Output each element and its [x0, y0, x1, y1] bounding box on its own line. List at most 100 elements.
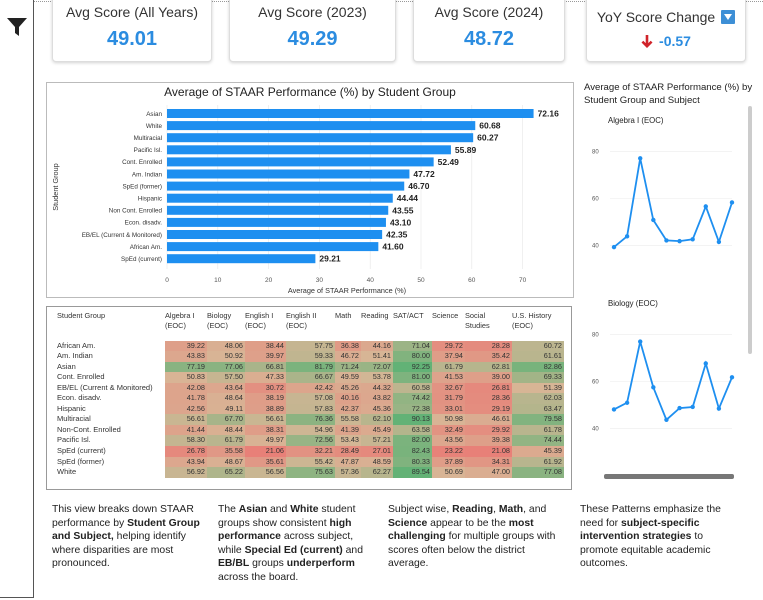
y-tick-label: 60 [592, 197, 599, 203]
matrix-column-header[interactable]: Science [432, 311, 458, 321]
kpi-value: 49.29 [287, 28, 338, 50]
kpi-value: 48.72 [463, 28, 515, 50]
table-cell: 34.31 [465, 456, 512, 468]
table-row: Multiracial 56.61 67.70 56.61 76.36 55.58 62.1… [47, 414, 571, 425]
y-category-label: Am. Indian [132, 171, 163, 178]
y-tick-label: 80 [592, 150, 599, 156]
bar-data-label: 60.68 [479, 121, 501, 131]
table-cell: 40.16 [335, 393, 361, 404]
subtitle-biology: Biology (EOC) [608, 299, 658, 308]
table-cell: 57.50 [207, 372, 245, 383]
table-cell: 71.24 [335, 361, 361, 373]
matrix-column-header[interactable]: Algebra I (EOC) [165, 311, 195, 331]
table-cell: 82.43 [393, 446, 432, 457]
dropdown-icon[interactable] [721, 10, 736, 24]
bar-data-label: 52.49 [438, 157, 460, 167]
bar-data-label: 43.55 [392, 205, 414, 215]
vertical-scrollbar[interactable] [748, 106, 752, 354]
table-cell: 39.38 [465, 435, 512, 446]
matrix-column-header[interactable]: English I (EOC) [245, 311, 273, 331]
table-cell: 81.79 [286, 361, 335, 373]
table-cell: 39.97 [245, 351, 286, 362]
table-cell: 37.89 [432, 456, 465, 468]
x-tick-label: 40 [367, 277, 375, 284]
y-category-label: Econ. disadv. [125, 220, 163, 227]
data-point [664, 417, 669, 422]
emphasis-text: EB/BL [218, 558, 250, 569]
table-cell: 45.26 [335, 382, 361, 394]
table-cell: 56.92 [165, 467, 207, 478]
y-tick-label: 60 [592, 380, 599, 386]
y-category-label: Pacific Isl. [134, 147, 163, 154]
matrix-column-header[interactable]: Reading [361, 311, 389, 321]
matrix-column-header[interactable]: Math [335, 311, 351, 321]
data-point [729, 200, 735, 205]
kpi-title: Avg Score (2024) [434, 4, 544, 20]
table-cell: 26.78 [165, 446, 207, 457]
y-tick-label: 80 [592, 333, 599, 339]
row-group-label: Asian [57, 361, 76, 371]
table-cell: 43.94 [165, 456, 207, 468]
bar [167, 169, 410, 179]
table-cell: 50.83 [165, 372, 207, 383]
y-category-label: Non Cont. Enrolled [109, 208, 163, 215]
bar [167, 157, 434, 167]
table-cell: 48.06 [207, 340, 245, 351]
y-category-label: SpEd (current) [121, 256, 162, 263]
table-row: SpEd (former) 43.94 48.67 35.61 55.42 47.87 48… [47, 456, 571, 468]
table-cell: 60.72 [512, 340, 564, 351]
yoy-value: -0.57 [659, 33, 691, 49]
x-tick-label: 10 [214, 277, 222, 284]
x-tick-label: 70 [519, 277, 527, 284]
row-group-label: White [57, 467, 77, 477]
table-cell: 44.32 [361, 382, 393, 394]
bar [167, 133, 474, 143]
horizontal-scrollbar[interactable] [604, 474, 734, 479]
x-tick-label: 20 [265, 277, 273, 284]
table-cell: 53.43 [335, 435, 361, 446]
table-cell: 42.37 [335, 403, 361, 415]
table-cell: 50.92 [207, 351, 245, 362]
data-point [651, 385, 656, 390]
table-cell: 69.33 [512, 372, 564, 383]
table-cell: 27.01 [361, 446, 393, 457]
x-axis-title: Average of STAAR Performance (%) [288, 286, 406, 295]
table-cell: 31.79 [432, 393, 465, 404]
y-category-label: EB/EL (Current & Monitored) [82, 232, 162, 239]
table-cell: 90.13 [393, 414, 432, 425]
row-group-label: Hispanic [57, 403, 86, 413]
filter-icon[interactable] [6, 16, 28, 38]
series-line [613, 158, 733, 248]
table-cell: 30.72 [245, 382, 286, 394]
matrix-column-header[interactable]: Social Studies [465, 311, 490, 331]
table-cell: 43.83 [165, 351, 207, 362]
table-cell: 41.78 [165, 393, 207, 404]
x-tick-label: 0 [165, 277, 169, 284]
data-point [624, 234, 630, 239]
matrix-column-header[interactable]: Biology (EOC) [207, 311, 231, 331]
table-cell: 62.27 [361, 467, 393, 478]
kpi-title: Avg Score (2023) [258, 4, 367, 20]
matrix-column-header[interactable]: English II (EOC) [286, 311, 316, 331]
table-cell: 41.44 [165, 424, 207, 436]
table-cell: 61.79 [207, 435, 245, 446]
table-row: Asian 77.19 77.06 66.81 81.79 71.24 72.07 92.25… [47, 361, 571, 373]
bar-data-label: 46.70 [408, 181, 430, 191]
table-cell: 55.42 [286, 456, 335, 468]
row-group-label: Econ. disadv. [57, 393, 102, 403]
table-cell: 89.54 [393, 467, 432, 478]
matrix-column-header[interactable]: U.S. History (EOC) [512, 311, 551, 331]
table-cell: 38.31 [245, 424, 286, 436]
row-group-label: Cont. Enrolled [57, 372, 105, 382]
table-cell: 49.97 [245, 435, 286, 446]
table-cell: 77.06 [207, 361, 245, 373]
table-cell: 51.41 [361, 351, 393, 362]
table-cell: 49.59 [335, 372, 361, 383]
bar-data-label: 29.21 [319, 254, 341, 264]
table-cell: 53.78 [361, 372, 393, 383]
matrix-column-header[interactable]: Student Group [57, 311, 105, 321]
table-row: Non-Cont. Enrolled 41.44 48.44 38.31 54.96 41… [47, 424, 571, 436]
matrix-column-header[interactable]: SAT/ACT [393, 311, 424, 321]
body-text: appear to be the [427, 517, 509, 529]
bar [167, 121, 476, 131]
